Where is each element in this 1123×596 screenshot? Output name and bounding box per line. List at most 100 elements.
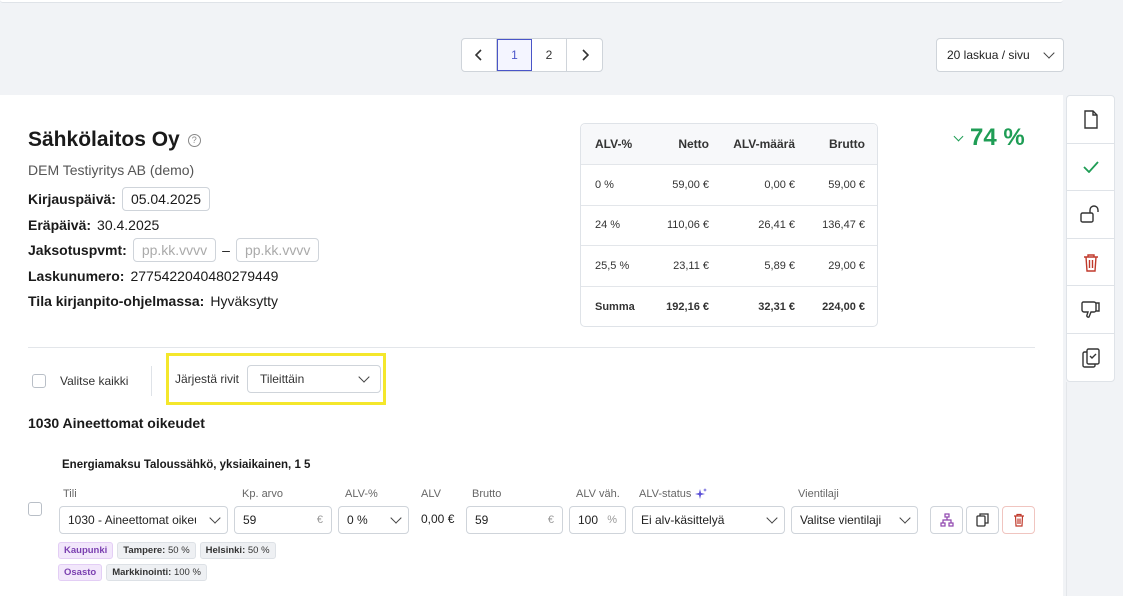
- page-2-button[interactable]: 2: [532, 39, 567, 71]
- label-vat-status: ALV-status: [639, 488, 692, 500]
- check-icon: [1082, 161, 1099, 173]
- vat-status-value: Ei alv-käsittelyä: [641, 513, 725, 527]
- vat-deduct-unit: %: [607, 514, 617, 526]
- unlock-button[interactable]: [1067, 191, 1114, 239]
- label-vat: ALV: [421, 488, 441, 500]
- trash-icon: [1083, 253, 1098, 272]
- prev-page-button[interactable]: [462, 39, 497, 71]
- label-cost-center: Kp. arvo: [242, 488, 283, 500]
- toolbar-separator: [151, 366, 152, 396]
- clipboard-button[interactable]: [1067, 334, 1114, 382]
- vat-status-select[interactable]: Ei alv-käsittelyä: [632, 506, 785, 534]
- status-value: Hyväksytty: [210, 293, 279, 309]
- cell: 29,00 €: [828, 259, 865, 272]
- next-page-button[interactable]: [567, 39, 602, 71]
- status-row: Tila kirjanpito-ohjelmassa: Hyväksytty: [28, 293, 278, 309]
- chevron-down-icon: [390, 512, 402, 524]
- vat-deduct-value: 100: [578, 513, 599, 527]
- vat-deduct-input[interactable]: 100 %: [569, 506, 626, 534]
- cost-center-input[interactable]: 59 €: [234, 506, 332, 534]
- trash-icon: [1013, 513, 1024, 527]
- chevron-down-icon: [209, 512, 221, 524]
- page-1-button[interactable]: 1: [497, 39, 532, 71]
- dimension-tags-city: Kaupunki Tampere: 50 % Helsinki: 50 %: [58, 542, 276, 559]
- gross-unit: €: [547, 514, 554, 526]
- document-button[interactable]: [1067, 96, 1114, 144]
- sort-rows-label: Järjestä rivit: [175, 372, 240, 386]
- right-gutter: [1066, 382, 1123, 596]
- accrual-start-input[interactable]: pp.kk.vvvv: [132, 238, 217, 262]
- gross-input[interactable]: 59 €: [466, 506, 563, 534]
- invoice-number-row: Laskunumero: 2775422040480279449: [28, 268, 278, 284]
- label-vat-deduct: ALV väh.: [576, 488, 620, 500]
- booking-date-input[interactable]: 05.04.2025: [121, 187, 211, 211]
- delete-line-button[interactable]: [1002, 506, 1035, 534]
- vat-summary-table: ALV-% Netto ALV-määrä Brutto 0 % 59,00 €…: [580, 123, 878, 327]
- approve-button[interactable]: [1067, 144, 1114, 192]
- delete-button[interactable]: [1067, 239, 1114, 287]
- tag-name: Tampere:: [123, 545, 166, 556]
- dimension-value-tag: Helsinki: 50 %: [199, 542, 276, 559]
- action-sidebar: [1066, 95, 1115, 382]
- confidence-toggle[interactable]: 74 %: [953, 124, 1025, 152]
- cell: 136,47 €: [822, 219, 865, 232]
- cell: 0 %: [595, 178, 614, 191]
- account-group-title: 1030 Aineettomat oikeudet: [28, 415, 205, 431]
- cell: 25,5 %: [595, 259, 630, 272]
- dimension-tags-department: Osasto Markkinointi: 100 %: [58, 564, 207, 581]
- line-description: Energiamaksu Taloussähkö, yksiaikainen, …: [62, 459, 311, 471]
- invoice-number-label: Laskunumero:: [28, 268, 125, 284]
- document-icon: [1083, 110, 1098, 129]
- pagination: 1 2: [461, 38, 603, 72]
- cell: 24 %: [595, 219, 621, 232]
- due-date-row: Eräpäivä: 30.4.2025: [28, 217, 159, 233]
- header-net: Netto: [678, 137, 709, 151]
- dimension-value-tag: Tampere: 50 %: [117, 542, 196, 559]
- tag-name: Helsinki:: [205, 545, 246, 556]
- chevron-right-icon: [581, 49, 589, 61]
- chevron-down-icon: [953, 131, 964, 142]
- per-page-select[interactable]: 20 laskua / sivu: [936, 38, 1064, 72]
- tag-value: 100 %: [173, 567, 201, 578]
- vat-amount-value: 0,00 €: [421, 512, 455, 526]
- entry-type-select[interactable]: Valitse vientilaji: [791, 506, 918, 534]
- cell: 192,16 €: [666, 301, 709, 314]
- unlock-icon: [1079, 205, 1099, 224]
- company-name-row: Sähkölaitos Oy ?: [28, 128, 201, 152]
- chevron-down-icon: [1043, 47, 1055, 59]
- confidence-value: 74 %: [970, 124, 1025, 151]
- sort-rows-value: Tileittäin: [260, 372, 305, 386]
- label-entry-type: Vientilaji: [798, 488, 839, 500]
- per-page-value: 20 laskua / sivu: [947, 48, 1030, 62]
- due-date-label: Eräpäivä:: [28, 217, 92, 233]
- status-label: Tila kirjanpito-ohjelmassa:: [28, 293, 205, 309]
- account-select[interactable]: 1030 - Aineettomat oikeudet: [59, 506, 228, 534]
- invoice-number-value: 2775422040480279449: [130, 268, 279, 284]
- chevron-down-icon: [358, 371, 370, 383]
- dimension-key-tag: Kaupunki: [58, 542, 114, 559]
- label-gross: Brutto: [472, 488, 502, 500]
- dimensions-button[interactable]: [930, 506, 963, 534]
- sort-rows-group: Järjestä rivit Tileittäin: [166, 353, 386, 405]
- cell: 0,00 €: [764, 178, 795, 191]
- accrual-separator: –: [222, 242, 230, 258]
- copy-line-button[interactable]: [966, 506, 999, 534]
- accrual-end-input[interactable]: pp.kk.vvvv: [235, 238, 320, 262]
- table-sum-row: Summa 192,16 € 32,31 € 224,00 €: [581, 287, 877, 328]
- vat-pct-select[interactable]: 0 %: [338, 506, 409, 534]
- account-value: 1030 - Aineettomat oikeudet: [68, 513, 196, 527]
- copy-icon: [976, 513, 989, 527]
- cell: 224,00 €: [822, 301, 865, 314]
- booking-date-label: Kirjauspäivä:: [28, 191, 116, 207]
- help-icon[interactable]: ?: [187, 133, 201, 147]
- select-all[interactable]: Valitse kaikki: [32, 374, 128, 388]
- sort-rows-select[interactable]: Tileittäin: [247, 365, 382, 393]
- cell: 59,00 €: [828, 178, 865, 191]
- reject-button[interactable]: [1067, 286, 1114, 334]
- table-row: 0 % 59,00 € 0,00 € 59,00 €: [581, 165, 877, 206]
- vat-pct-value: 0 %: [347, 513, 368, 527]
- clipboard-check-icon: [1081, 348, 1100, 368]
- line-checkbox[interactable]: [28, 502, 42, 516]
- select-all-checkbox[interactable]: [32, 374, 46, 388]
- cell: 23,11 €: [673, 259, 709, 272]
